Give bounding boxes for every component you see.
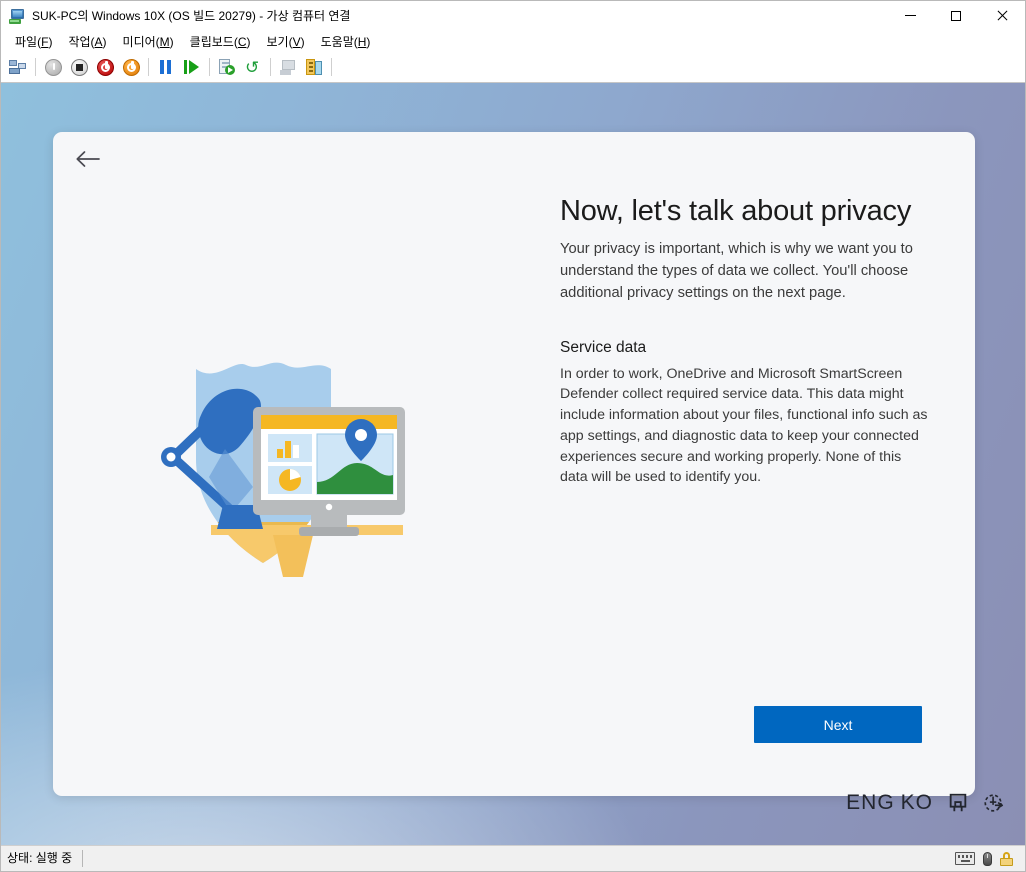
pause-button[interactable]: [154, 55, 178, 79]
section-body-service-data: In order to work, OneDrive and Microsoft…: [560, 365, 928, 486]
toolbar-separator: [331, 58, 332, 76]
back-arrow-icon: [76, 151, 100, 167]
menu-item-action[interactable]: 작업(A): [60, 31, 114, 52]
menu-label-view: 보기: [266, 34, 289, 49]
resume-icon: [184, 60, 200, 74]
toolbar-separator: [35, 58, 36, 76]
ime-language-eng[interactable]: ENG: [846, 791, 895, 815]
menu-accel-view: V: [292, 34, 301, 49]
shutdown-button[interactable]: [67, 55, 91, 79]
menu-label-clipboard: 클립보드: [189, 34, 234, 49]
checkpoint-button[interactable]: [215, 55, 239, 79]
intro-paragraph: Your privacy is important, which is why …: [560, 241, 913, 301]
revert-icon: ↺: [245, 57, 260, 77]
back-button[interactable]: [67, 141, 109, 177]
title-bar: SUK-PC의 Windows 10X (OS 빌드 20279) - 가상 컴…: [1, 1, 1025, 30]
menu-item-file[interactable]: 파일(F): [7, 31, 60, 52]
window-controls: [887, 1, 1025, 30]
turn-off-button[interactable]: [93, 55, 117, 79]
connect-icon: [9, 60, 27, 74]
close-button[interactable]: [979, 1, 1025, 30]
next-button-label: Next: [823, 716, 853, 733]
menu-accel-file: F: [41, 34, 49, 49]
minimize-icon: [904, 15, 916, 16]
ime-language-ko[interactable]: KO: [901, 791, 933, 815]
menu-item-media[interactable]: 미디어(M): [115, 31, 182, 52]
shutdown-icon: [70, 58, 88, 76]
power-on-icon: [44, 58, 62, 76]
revert-button[interactable]: ↺: [241, 55, 265, 79]
toolbar-separator: [270, 58, 271, 76]
privacy-illustration-svg: [161, 362, 405, 577]
toolbar: ↺: [1, 52, 1025, 83]
vm-screen[interactable]: Now, let's talk about privacy Your priva…: [1, 83, 1025, 845]
oobe-text-column: Now, let's talk about privacy Your priva…: [560, 195, 932, 488]
reset-button[interactable]: [119, 55, 143, 79]
enhanced-session-button[interactable]: [276, 55, 300, 79]
pause-icon: [159, 60, 173, 74]
menu-item-help[interactable]: 도움말(H): [313, 31, 379, 52]
page-title: Now, let's talk about privacy: [560, 195, 912, 227]
menu-label-media: 미디어: [122, 34, 156, 49]
section-heading-service-data: Service data: [560, 338, 647, 356]
vmconnect-window: SUK-PC의 Windows 10X (OS 빌드 20279) - 가상 컴…: [0, 0, 1026, 872]
minimize-button[interactable]: [887, 1, 933, 30]
privacy-shield-illustration: [153, 337, 423, 597]
menu-accel-media: M: [159, 34, 170, 49]
status-bar: 상태: 실행 중: [1, 845, 1025, 871]
menu-label-action: 작업: [68, 34, 91, 49]
oobe-card: Now, let's talk about privacy Your priva…: [53, 132, 975, 796]
menu-bar: 파일(F) 작업(A) 미디어(M) 클립보드(C) 보기(V) 도움말(H): [1, 30, 1025, 52]
enhanced-session-icon: [279, 59, 297, 75]
menu-label-help: 도움말: [320, 34, 354, 49]
menu-item-clipboard[interactable]: 클립보드(C): [182, 31, 259, 52]
menu-accel-clipboard: C: [237, 34, 247, 49]
toolbar-separator: [209, 58, 210, 76]
reset-icon: [122, 58, 140, 76]
virtual-machine-connection-icon: [9, 8, 25, 24]
keyboard-icon[interactable]: [955, 852, 975, 865]
maximize-icon: [951, 10, 961, 21]
vm-settings-button[interactable]: [302, 55, 326, 79]
maximize-button[interactable]: [933, 1, 979, 30]
power-on-button[interactable]: [41, 55, 65, 79]
ime-mode-icon[interactable]: [947, 792, 969, 814]
next-button[interactable]: Next: [754, 706, 922, 743]
lock-icon[interactable]: [1000, 851, 1013, 866]
close-icon: [996, 10, 1008, 22]
menu-accel-action: A: [94, 34, 103, 49]
mouse-icon[interactable]: [983, 851, 992, 866]
toolbar-separator: [148, 58, 149, 76]
virtual-machine-settings-icon: [306, 59, 322, 75]
turn-off-icon: [96, 58, 114, 76]
window-title: SUK-PC의 Windows 10X (OS 빌드 20279) - 가상 컴…: [32, 9, 351, 23]
checkpoint-icon: [219, 59, 235, 75]
menu-item-view[interactable]: 보기(V): [259, 31, 313, 52]
menu-label-file: 파일: [15, 34, 38, 49]
ime-indicator[interactable]: ENG KO: [846, 791, 1005, 815]
menu-accel-help: H: [357, 34, 367, 49]
ease-of-access-icon[interactable]: [983, 792, 1005, 814]
connect-button[interactable]: [6, 55, 30, 79]
resume-button[interactable]: [180, 55, 204, 79]
status-text: 상태: 실행 중: [1, 850, 84, 867]
status-icon-group: [955, 851, 1025, 866]
